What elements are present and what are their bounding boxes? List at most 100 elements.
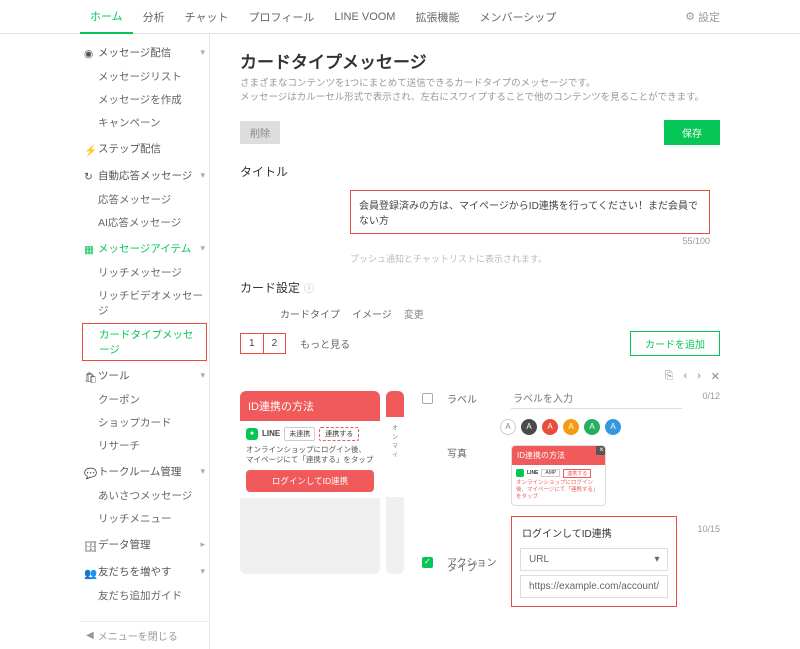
chevron-down-icon: ▾: [654, 554, 659, 565]
card-preview-1: ID連携の方法 ● LINE 未連携 連携する オンラインショップにログイン後、…: [240, 391, 380, 574]
swatch-orange[interactable]: A: [563, 419, 579, 435]
sb-group-message-items[interactable]: ▦メッセージアイテム▾: [80, 236, 209, 261]
help-icon[interactable]: ⓘ: [304, 280, 314, 295]
preview-link-button: 連携する: [319, 427, 359, 441]
message-icon: ◉: [84, 48, 94, 58]
mini-amp: AMP: [541, 469, 560, 477]
label-input[interactable]: [511, 391, 682, 409]
label-checkbox[interactable]: [422, 393, 433, 404]
sidebar-item-ai-response[interactable]: AI応答メッセージ: [80, 211, 209, 234]
sidebar-item-rich-message[interactable]: リッチメッセージ: [80, 261, 209, 284]
sb-head-label: 友だちを増やす: [98, 564, 172, 579]
action-counter: 10/15: [697, 524, 720, 534]
card-tab-1[interactable]: 1: [240, 333, 264, 354]
sb-group-auto-response[interactable]: ↻自動応答メッセージ▾: [80, 163, 209, 188]
copy-icon[interactable]: ⎘: [665, 370, 674, 383]
change-link[interactable]: 変更: [404, 306, 424, 321]
action-text-input[interactable]: [520, 525, 668, 540]
sidebar-item-coupon[interactable]: クーポン: [80, 388, 209, 411]
save-button[interactable]: 保存: [664, 120, 720, 145]
mini-text: オンラインショップにログイン後、マイページにて「連携する」をタップ: [516, 480, 601, 501]
friends-icon: 👥: [84, 567, 94, 577]
close-icon[interactable]: ✕: [711, 370, 720, 383]
nav-tab-extensions[interactable]: 拡張機能: [405, 0, 469, 34]
sidebar-item-rich-video[interactable]: リッチビデオメッセージ: [80, 284, 209, 322]
sidebar-item-card-type[interactable]: カードタイプメッセージ: [82, 323, 207, 361]
sb-group-friends[interactable]: 👥 友だちを増やす ▾: [80, 559, 209, 584]
title-hint: プッシュ通知とチャットリストに表示されます。: [350, 252, 720, 265]
collapse-label: メニューを閉じる: [98, 628, 178, 643]
chevron-icon: ▾: [200, 47, 205, 58]
mini-link: 連携する: [563, 469, 591, 478]
swatch-green[interactable]: A: [584, 419, 600, 435]
sb-group-message-delivery[interactable]: ◉メッセージ配信▾: [80, 40, 209, 65]
photo-remove-icon[interactable]: ×: [596, 445, 606, 455]
sb-group-tools[interactable]: 🛍ツール▾: [80, 363, 209, 388]
sidebar-item-shop-card[interactable]: ショップカード: [80, 411, 209, 434]
sidebar-collapse[interactable]: ◀ メニューを閉じる: [80, 621, 209, 649]
sidebar-item-response-msg[interactable]: 応答メッセージ: [80, 188, 209, 211]
top-nav: ホーム 分析 チャット プロフィール LINE VOOM 拡張機能 メンバーシッ…: [0, 0, 800, 34]
chevron-icon: ▸: [200, 539, 205, 550]
action-url-input[interactable]: [520, 575, 668, 598]
label-counter: 0/12: [702, 391, 720, 401]
card-tab-2[interactable]: 2: [264, 333, 287, 354]
sidebar-item-research[interactable]: リサーチ: [80, 434, 209, 457]
title-section-label: タイトル: [240, 163, 720, 180]
tool-icon: 🛍: [84, 371, 94, 381]
nav-tab-profile[interactable]: プロフィール: [239, 0, 325, 34]
settings-link[interactable]: ⚙ 設定: [685, 9, 720, 25]
prev-icon[interactable]: ‹: [683, 370, 687, 382]
step-icon: ⚡: [84, 144, 94, 154]
preview-line-label: LINE: [262, 429, 280, 438]
swatch-blue[interactable]: A: [605, 419, 621, 435]
swatch-white[interactable]: A: [500, 419, 516, 435]
page-title: カードタイプメッセージ: [240, 48, 720, 73]
sidebar-item-create-message[interactable]: メッセージを作成: [80, 88, 209, 111]
sb-group-data[interactable]: 🗄 データ管理 ▸: [80, 532, 209, 557]
action-checkbox[interactable]: [422, 557, 433, 568]
nav-tab-home[interactable]: ホーム: [80, 0, 133, 34]
swatch-dark[interactable]: A: [521, 419, 537, 435]
card-type-label: カードタイプ: [280, 306, 340, 321]
chevron-icon: ▾: [200, 243, 205, 254]
photo-field-label: 写真: [447, 445, 497, 460]
title-input[interactable]: 会員登録済みの方は、マイページからID連携を行ってください！まだ会員でない方: [350, 190, 710, 234]
label-field-label: ラベル: [447, 391, 497, 406]
line-logo-icon: ●: [246, 428, 258, 440]
preview-cta: ログインしてID連携: [246, 470, 374, 492]
card-settings-label: カード設定: [240, 279, 300, 296]
main: カードタイプメッセージ さまざまなコンテンツを1つにまとめて送信できるカードタイ…: [210, 34, 720, 649]
chevron-icon: ▾: [200, 170, 205, 181]
sidebar-item-greeting[interactable]: あいさつメッセージ: [80, 484, 209, 507]
mini-header: ID連携の方法: [512, 446, 605, 465]
items-icon: ▦: [84, 244, 94, 254]
delete-button[interactable]: 削除: [240, 121, 280, 144]
nav-tab-voom[interactable]: LINE VOOM: [324, 0, 405, 34]
sb-group-talkroom[interactable]: 💬トークルーム管理▾: [80, 459, 209, 484]
title-counter: 55/100: [350, 236, 710, 246]
next-icon[interactable]: ›: [697, 370, 701, 382]
add-card-button[interactable]: カードを追加: [630, 331, 720, 356]
sb-group-step[interactable]: ⚡ステップ配信: [80, 136, 209, 161]
chevron-icon: ▾: [200, 370, 205, 381]
sidebar-item-add-friend-guide[interactable]: 友だち追加ガイド: [80, 584, 209, 607]
sidebar-item-message-list[interactable]: メッセージリスト: [80, 65, 209, 88]
nav-tab-chat[interactable]: チャット: [175, 0, 239, 34]
sidebar-item-rich-menu[interactable]: リッチメニュー: [80, 507, 209, 530]
sb-head-label: データ管理: [98, 537, 151, 552]
nav-tab-analytics[interactable]: 分析: [133, 0, 175, 34]
chat-icon: 💬: [84, 467, 94, 477]
url-option-label: URL: [529, 554, 549, 565]
action-settings-box: URL ▾: [511, 516, 677, 607]
card-tab-more[interactable]: もっと見る: [290, 332, 360, 355]
action-type-select[interactable]: URL ▾: [520, 548, 668, 571]
card-form-column: ラベル 0/12 A A A A A A 写真: [422, 391, 720, 574]
photo-preview[interactable]: × ID連携の方法 LINE AMP 連携する オンラインショップにログイン後、…: [511, 445, 606, 506]
mini-line-icon: [516, 469, 524, 477]
data-icon: 🗄: [84, 540, 94, 550]
sidebar-item-campaign[interactable]: キャンペーン: [80, 111, 209, 134]
swatch-red[interactable]: A: [542, 419, 558, 435]
nav-tab-membership[interactable]: メンバーシップ: [469, 0, 566, 34]
chevron-icon: ▾: [200, 566, 205, 577]
